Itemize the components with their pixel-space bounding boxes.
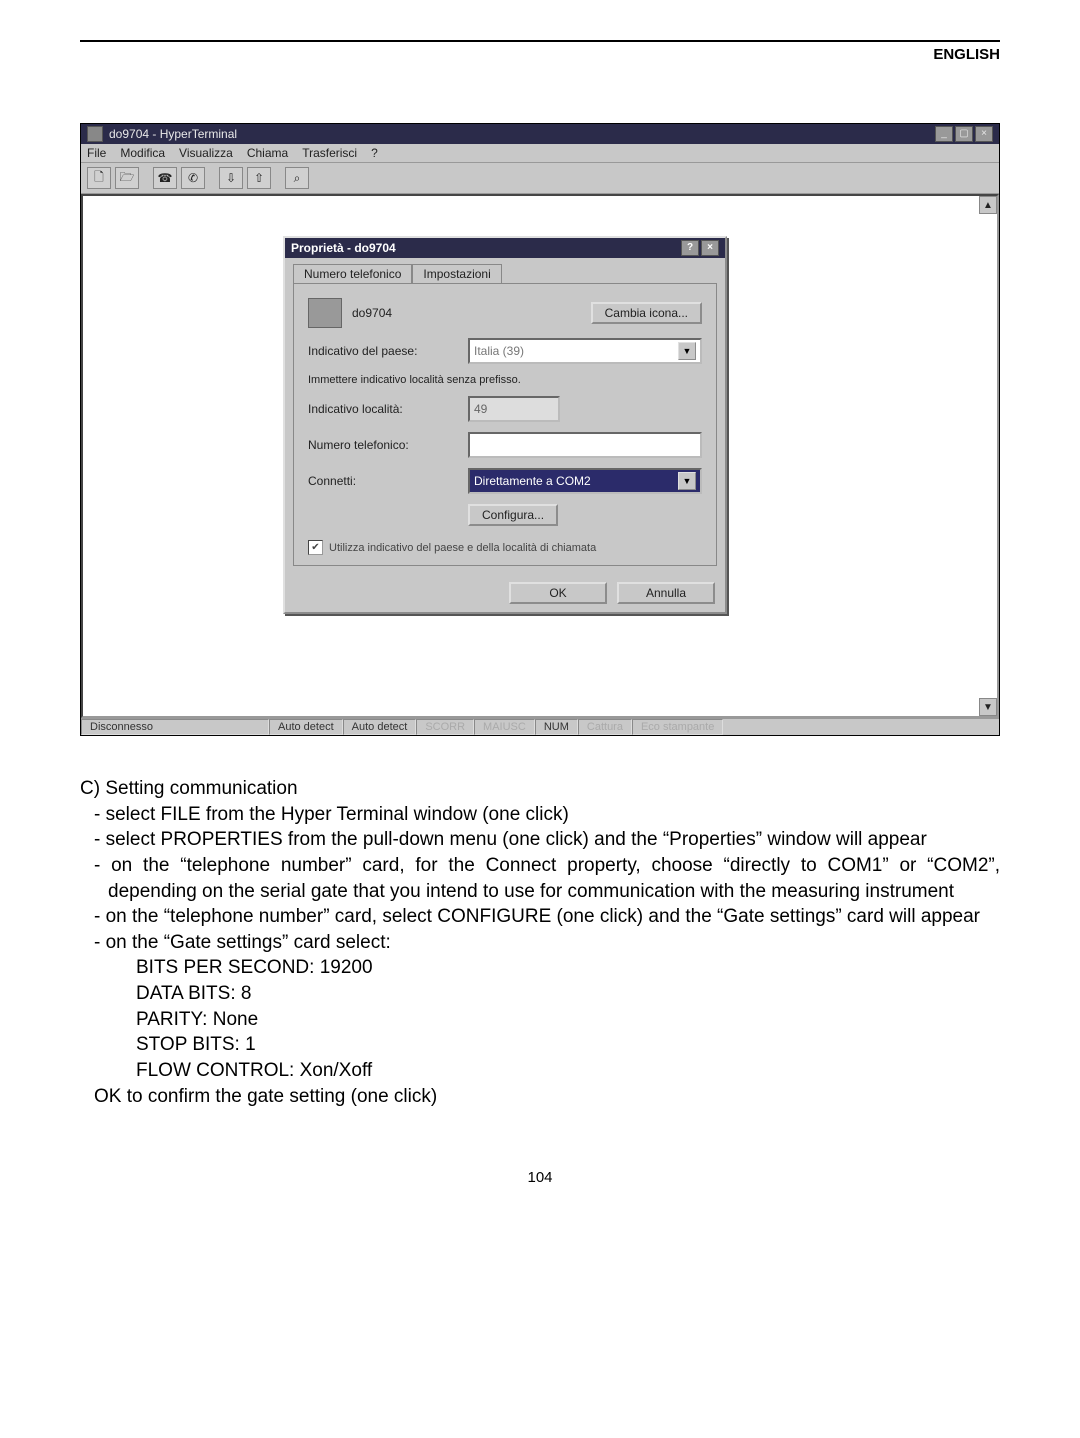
use-country-label: Utilizza indicativo del paese e della lo… xyxy=(329,542,596,554)
bullet-5: - on the “Gate settings” card select: xyxy=(80,930,1000,956)
area-label: Indicativo località: xyxy=(308,402,458,416)
maximize-button[interactable]: ▢ xyxy=(955,126,973,142)
dialog-help-button[interactable]: ? xyxy=(681,240,699,256)
tb-open-icon[interactable]: 🗁 xyxy=(115,167,139,189)
hyperterminal-window: do9704 - HyperTerminal _ ▢ × File Modifi… xyxy=(80,123,1000,736)
scroll-down-icon[interactable]: ▼ xyxy=(979,698,997,716)
section-heading: C) Setting communication xyxy=(80,776,1000,802)
status-detect1: Auto detect xyxy=(269,719,343,735)
setting-stopbits: STOP BITS: 1 xyxy=(80,1032,1000,1058)
status-connection: Disconnesso xyxy=(81,719,269,735)
window-titlebar: do9704 - HyperTerminal _ ▢ × xyxy=(81,124,999,144)
chevron-down-icon[interactable]: ▼ xyxy=(678,472,696,490)
menu-help[interactable]: ? xyxy=(371,146,378,160)
phone-input[interactable] xyxy=(468,432,702,458)
menu-bar: File Modifica Visualizza Chiama Trasferi… xyxy=(81,144,999,162)
configure-button[interactable]: Configura... xyxy=(468,504,558,526)
properties-dialog: Proprietà - do9704 ? × Numero telefonico… xyxy=(283,236,727,614)
menu-call[interactable]: Chiama xyxy=(247,146,288,160)
status-bar: Disconnesso Auto detect Auto detect SCOR… xyxy=(81,718,999,735)
terminal-client-area: ▲ ▼ Proprietà - do9704 ? × Numero telefo… xyxy=(81,194,999,718)
tb-new-icon[interactable]: 🗋 xyxy=(87,167,111,189)
tb-call-icon[interactable]: ☎ xyxy=(153,167,177,189)
change-icon-button[interactable]: Cambia icona... xyxy=(591,302,702,324)
status-capture: Cattura xyxy=(578,719,632,735)
status-detect2: Auto detect xyxy=(343,719,417,735)
instruction-text: C) Setting communication - select FILE f… xyxy=(80,776,1000,1109)
app-icon xyxy=(87,126,103,142)
tab-phone-number[interactable]: Numero telefonico xyxy=(293,264,412,283)
setting-bps: BITS PER SECOND: 19200 xyxy=(80,955,1000,981)
tb-receive-icon[interactable]: ⇧ xyxy=(247,167,271,189)
country-value: Italia (39) xyxy=(474,344,524,358)
status-caps: MAIUSC xyxy=(474,719,535,735)
dialog-titlebar: Proprietà - do9704 ? × xyxy=(285,238,725,258)
ok-button[interactable]: OK xyxy=(509,582,607,604)
area-value: 49 xyxy=(474,402,487,416)
dialog-title: Proprietà - do9704 xyxy=(291,241,396,255)
tab-settings[interactable]: Impostazioni xyxy=(412,264,501,283)
bullet-3: - on the “telephone number” card, for th… xyxy=(80,853,1000,904)
toolbar: 🗋 🗁 ☎ ✆ ⇩ ⇧ ⌕ xyxy=(81,162,999,194)
connect-value: Direttamente a COM2 xyxy=(474,474,591,488)
page-language: ENGLISH xyxy=(80,46,1000,63)
page-number: 104 xyxy=(80,1169,1000,1186)
chevron-down-icon[interactable]: ▼ xyxy=(678,342,696,360)
scroll-up-icon[interactable]: ▲ xyxy=(979,196,997,214)
status-echo: Eco stampante xyxy=(632,719,723,735)
menu-file[interactable]: File xyxy=(87,146,106,160)
setting-databits: DATA BITS: 8 xyxy=(80,981,1000,1007)
connection-icon xyxy=(308,298,342,328)
menu-edit[interactable]: Modifica xyxy=(120,146,165,160)
status-num: NUM xyxy=(535,719,578,735)
window-title: do9704 - HyperTerminal xyxy=(109,127,237,141)
bullet-1: - select FILE from the Hyper Terminal wi… xyxy=(80,802,1000,828)
setting-parity: PARITY: None xyxy=(80,1007,1000,1033)
bullet-6: OK to confirm the gate setting (one clic… xyxy=(80,1084,1000,1110)
connection-name: do9704 xyxy=(352,306,442,320)
menu-transfer[interactable]: Trasferisci xyxy=(302,146,357,160)
dialog-close-button[interactable]: × xyxy=(701,240,719,256)
area-hint: Immettere indicativo località senza pref… xyxy=(308,374,702,386)
cancel-button[interactable]: Annulla xyxy=(617,582,715,604)
tb-hangup-icon[interactable]: ✆ xyxy=(181,167,205,189)
tb-send-icon[interactable]: ⇩ xyxy=(219,167,243,189)
tb-props-icon[interactable]: ⌕ xyxy=(285,167,309,189)
minimize-button[interactable]: _ xyxy=(935,126,953,142)
bullet-4: - on the “telephone number” card, select… xyxy=(80,904,1000,930)
use-country-checkbox[interactable]: ✔ xyxy=(308,540,323,555)
connect-label: Connetti: xyxy=(308,474,458,488)
country-label: Indicativo del paese: xyxy=(308,344,458,358)
menu-view[interactable]: Visualizza xyxy=(179,146,233,160)
bullet-2: - select PROPERTIES from the pull-down m… xyxy=(80,827,1000,853)
status-scroll: SCORR xyxy=(416,719,474,735)
country-select[interactable]: Italia (39) ▼ xyxy=(468,338,702,364)
close-button[interactable]: × xyxy=(975,126,993,142)
connect-select[interactable]: Direttamente a COM2 ▼ xyxy=(468,468,702,494)
phone-label: Numero telefonico: xyxy=(308,438,458,452)
setting-flow: FLOW CONTROL: Xon/Xoff xyxy=(80,1058,1000,1084)
area-input[interactable]: 49 xyxy=(468,396,560,422)
